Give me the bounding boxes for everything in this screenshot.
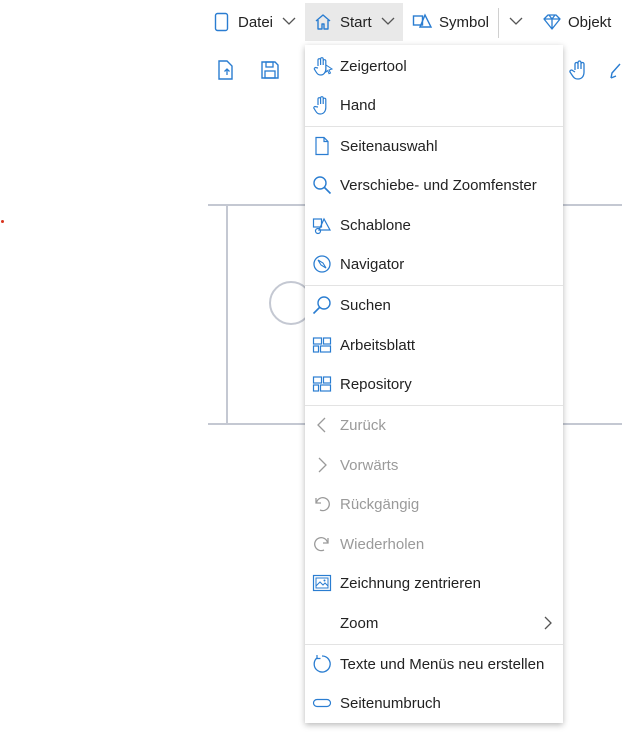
menu-item-label: Zoom [340,615,379,632]
menu-item-label: Zeichnung zentrieren [340,575,481,592]
tab-datei-label: Datei [238,14,274,31]
page-break-icon [312,693,332,713]
tab-objekt-label: Objekt [568,14,612,31]
menu-item-schablone[interactable]: Schablone [305,206,563,244]
menu-item-vorwaerts[interactable]: Vorwärts [305,446,563,484]
refresh-icon [312,654,332,674]
tab-symbol-label: Symbol [439,14,490,31]
chevron-down-icon [381,16,395,26]
diamond-icon [542,13,562,31]
chevron-right-icon [543,615,553,631]
tab-start-label: Start [340,14,372,31]
tab-symbol[interactable]: Symbol [410,3,496,41]
stencil-icon [312,215,332,235]
center-drawing-icon [312,573,332,593]
redo-icon [312,534,332,554]
tab-datei[interactable]: Datei [210,3,298,41]
ribbon-tabs: Datei Start Symbol Objekt [0,0,622,46]
menu-item-label: Wiederholen [340,536,425,553]
menu-item-seitenumbruch[interactable]: Seitenumbruch [305,684,563,722]
chevron-left-icon [312,415,332,435]
divider [498,8,499,38]
menu-item-zurueck[interactable]: Zurück [305,406,563,444]
menu-item-zeigertool[interactable]: Zeigertool [305,47,563,85]
menu-item-label: Zeigertool [340,58,407,75]
menu-item-texte-menues-neu[interactable]: Texte und Menüs neu erstellen [305,645,563,683]
save-icon[interactable] [258,58,282,82]
undo-icon [312,494,332,514]
menu-item-label: Suchen [340,297,391,314]
menu-item-label: Repository [340,376,412,393]
chevron-down-icon [509,16,523,26]
menu-item-rueckgaengig[interactable]: Rückgängig [305,485,563,523]
pencil-icon[interactable] [608,58,622,82]
document-icon [214,12,230,32]
menu-item-label: Arbeitsblatt [340,337,416,354]
menu-item-label: Hand [340,97,376,114]
repository-icon [312,374,332,394]
menu-item-repository[interactable]: Repository [305,365,563,403]
menu-item-label: Seitenumbruch [340,695,441,712]
menu-item-label: Zurück [340,417,386,434]
menu-item-zoom[interactable]: Zoom [305,604,563,642]
chevron-down-icon [282,16,296,26]
tab-objekt[interactable]: Objekt [538,3,622,41]
menu-item-zeichnung-zentrieren[interactable]: Zeichnung zentrieren [305,564,563,602]
menu-item-label: Vorwärts [340,457,399,474]
menu-item-label: Verschiebe- und Zoomfenster [340,177,537,194]
chevron-right-icon [312,455,332,475]
page-icon [312,136,332,156]
worksheet-icon [312,335,332,355]
menu-item-suchen[interactable]: Suchen [305,286,563,324]
tab-start[interactable]: Start [305,3,403,41]
menu-item-verschiebe-zoomfenster[interactable]: Verschiebe- und Zoomfenster [305,166,563,204]
canvas-marker [1,220,4,223]
menu-item-label: Rückgängig [340,496,420,513]
new-document-icon[interactable] [214,58,238,82]
menu-item-arbeitsblatt[interactable]: Arbeitsblatt [305,326,563,364]
search-icon [312,295,332,315]
menu-item-seitenauswahl[interactable]: Seitenauswahl [305,127,563,165]
menu-item-navigator[interactable]: Navigator [305,245,563,283]
menu-item-label: Texte und Menüs neu erstellen [340,656,545,673]
pointer-hand-icon [312,56,334,76]
magnifier-icon [312,175,332,195]
home-icon [314,13,332,31]
menu-item-label: Seitenauswahl [340,138,438,155]
menu-item-label: Navigator [340,256,405,273]
hand-icon [312,95,332,115]
menu-item-wiederholen[interactable]: Wiederholen [305,525,563,563]
symbol-dropdown-button[interactable] [502,3,530,41]
hand-icon[interactable] [567,58,591,82]
shapes-icon [412,11,434,31]
compass-icon [312,254,332,274]
start-menu: Zeigertool Hand Seitenauswahl Verschiebe… [305,45,563,723]
menu-item-label: Schablone [340,217,411,234]
canvas-line-vertical [226,204,228,425]
menu-item-hand[interactable]: Hand [305,86,563,124]
